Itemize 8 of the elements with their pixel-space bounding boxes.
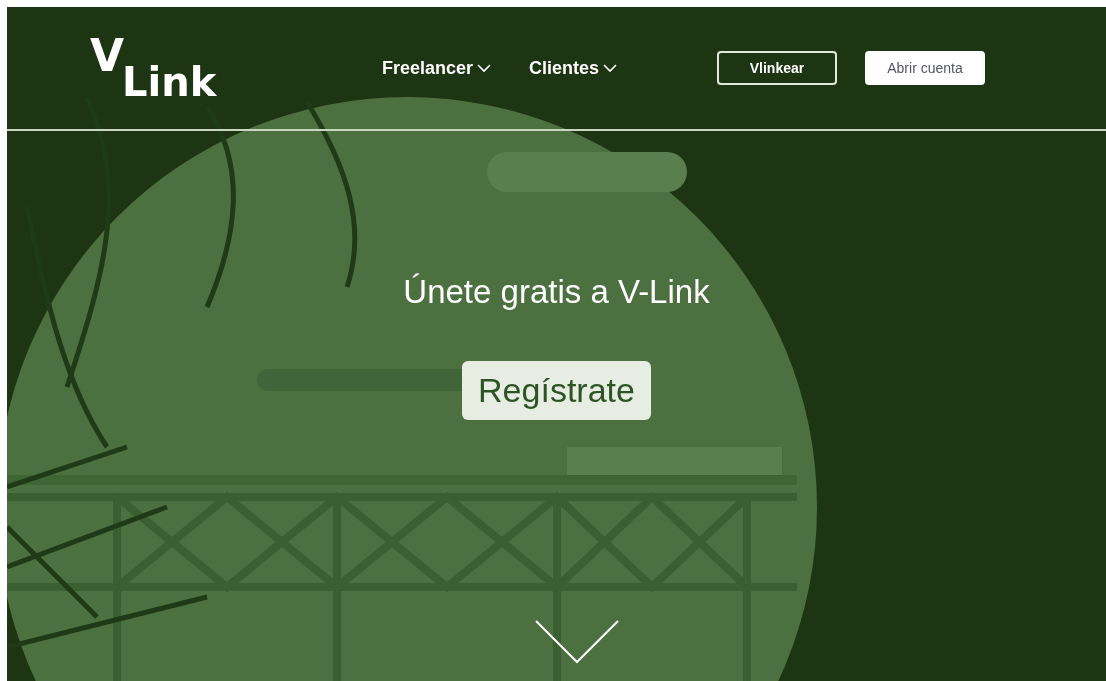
nav-link[interactable]: Freelancer	[382, 54, 492, 82]
nav-link[interactable]: Clientes	[529, 54, 618, 82]
open-account-button[interactable]: Abrir cuenta	[865, 51, 985, 85]
register-button[interactable]: Regístrate	[462, 360, 651, 420]
vlink-logo[interactable]: VLink	[90, 34, 240, 102]
hero-title: Únete gratis a V-Link	[403, 272, 710, 312]
chevron-down-icon[interactable]	[534, 619, 620, 665]
vlinkear-button[interactable]: Vlinkear	[717, 51, 837, 85]
